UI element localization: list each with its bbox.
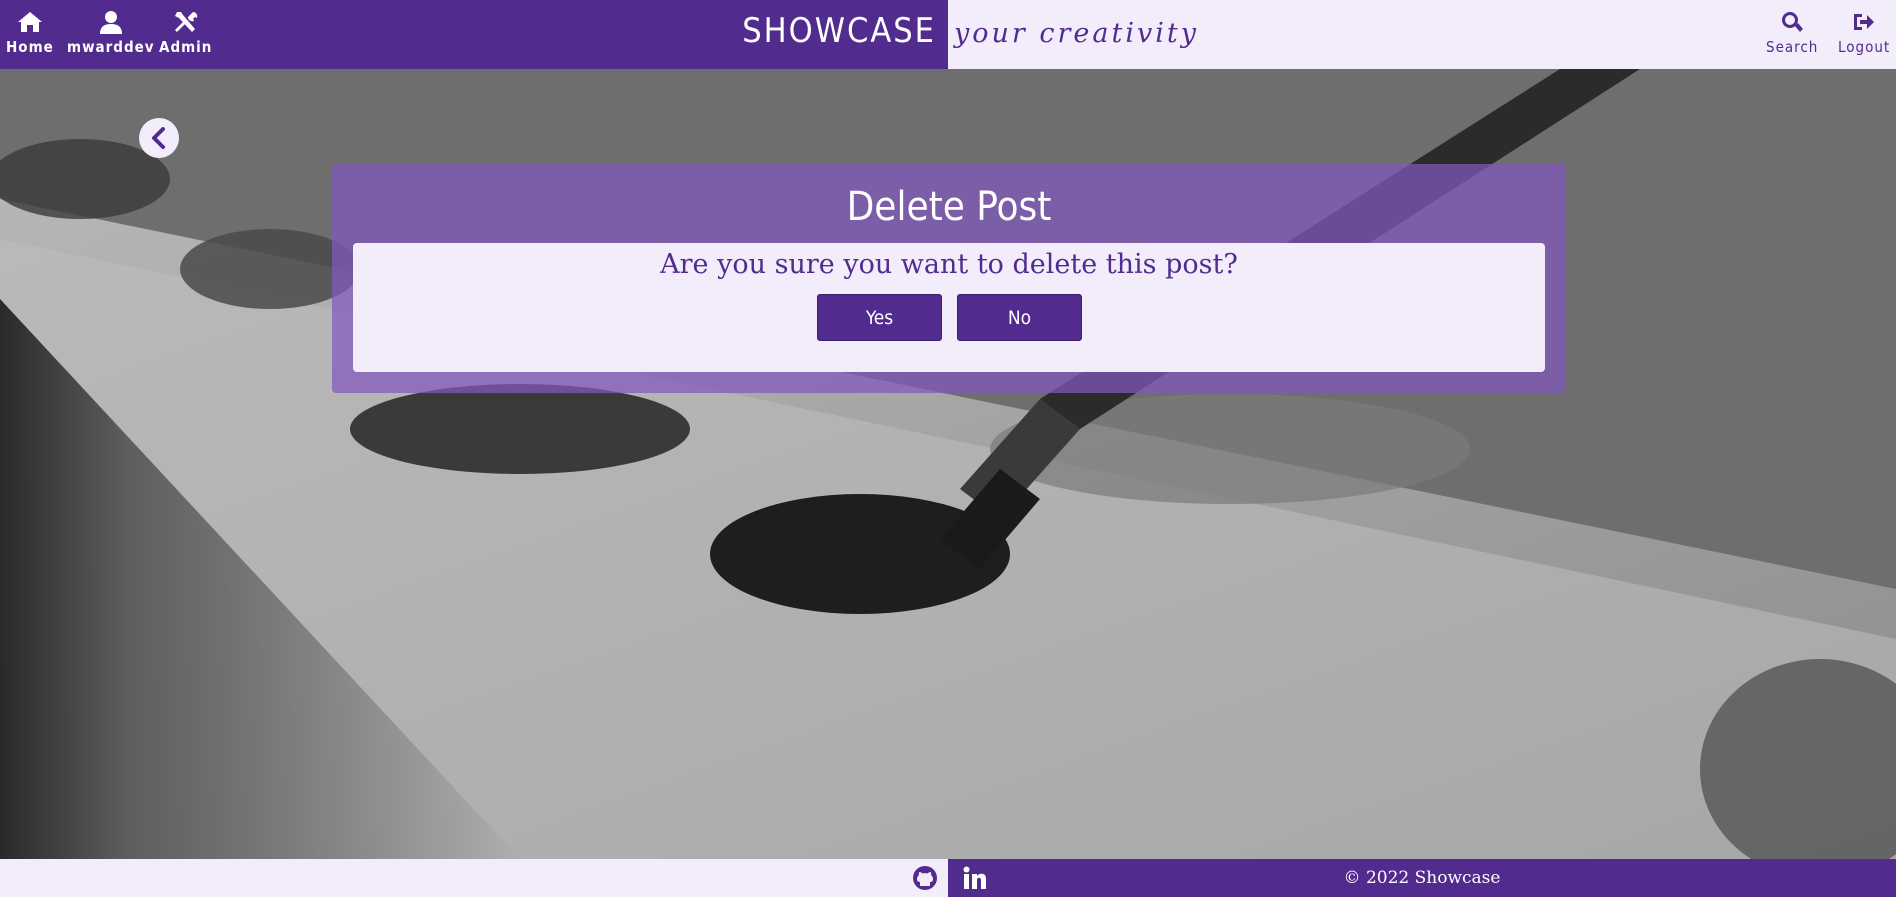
footer: © 2022 Showcase: [0, 859, 1896, 897]
brand-tagline: your creativity: [954, 18, 1199, 49]
footer-right: © 2022 Showcase: [948, 859, 1896, 897]
footer-left: [0, 859, 948, 897]
nav-logout-link[interactable]: Logout: [1838, 10, 1890, 56]
confirm-no-button[interactable]: No: [957, 294, 1082, 341]
nav-profile-label: mwarddev: [67, 38, 155, 56]
top-navbar: Home mwarddev Admin SHOWCASE your creati…: [0, 0, 1896, 69]
nav-profile-link[interactable]: mwarddev: [67, 10, 155, 56]
delete-post-modal: Delete Post Are you sure you want to del…: [332, 164, 1566, 393]
brand-logo[interactable]: SHOWCASE: [742, 11, 936, 51]
tools-icon: [174, 12, 197, 32]
search-icon: [1782, 12, 1804, 32]
modal-title: Delete Post: [846, 184, 1052, 230]
navbar-left: Home mwarddev Admin SHOWCASE: [0, 0, 948, 69]
user-icon: [99, 11, 122, 34]
navbar-right: your creativity Search Logout: [948, 0, 1896, 69]
logout-icon: [1854, 14, 1875, 30]
chevron-left-icon: [152, 127, 165, 149]
home-icon: [17, 12, 42, 32]
confirm-yes-button[interactable]: Yes: [817, 294, 942, 341]
nav-logout-label: Logout: [1838, 38, 1891, 56]
nav-admin-label: Admin: [159, 38, 213, 56]
nav-home-label: Home: [6, 38, 54, 56]
modal-body: Are you sure you want to delete this pos…: [353, 243, 1545, 372]
nav-home-link[interactable]: Home: [6, 10, 54, 56]
copyright-text: © 2022 Showcase: [1343, 868, 1501, 888]
delete-confirmation-text: Are you sure you want to delete this pos…: [660, 249, 1238, 280]
nav-search-label: Search: [1766, 38, 1819, 56]
github-icon[interactable]: [912, 865, 938, 891]
nav-search-link[interactable]: Search: [1766, 10, 1818, 56]
back-button[interactable]: [139, 118, 179, 158]
nav-admin-link[interactable]: Admin: [159, 10, 212, 56]
